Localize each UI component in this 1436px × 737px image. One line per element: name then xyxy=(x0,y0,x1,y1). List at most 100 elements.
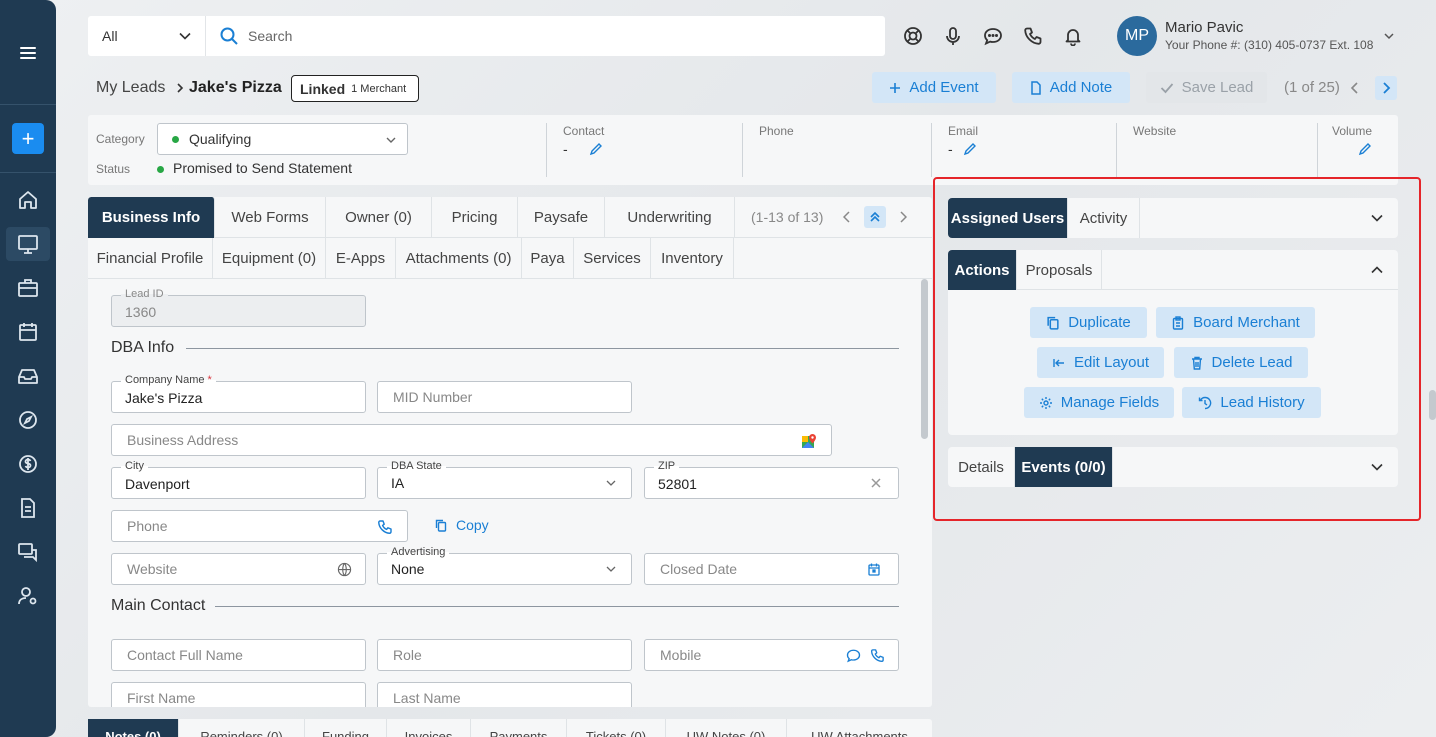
chevron-down-icon[interactable] xyxy=(178,29,192,43)
tab-services[interactable]: Services xyxy=(574,238,651,279)
tab-attachments[interactable]: Attachments (0) xyxy=(396,238,522,279)
advertising-select[interactable]: Advertising None xyxy=(377,546,632,585)
business-address-field[interactable]: Business Address xyxy=(111,424,832,456)
dba-state-select[interactable]: DBA State IA xyxy=(377,460,632,499)
tab-owner[interactable]: Owner (0) xyxy=(326,197,432,238)
city-field[interactable]: City Davenport xyxy=(111,460,366,499)
phone-icon[interactable] xyxy=(377,519,393,535)
calendar-icon[interactable] xyxy=(16,320,40,344)
edit-contact-icon[interactable] xyxy=(589,142,603,156)
phone-label: Phone xyxy=(759,124,794,138)
sms-icon[interactable] xyxy=(846,648,862,664)
role-field[interactable]: Role xyxy=(377,639,632,671)
mid-number-field[interactable]: MID Number xyxy=(377,381,632,413)
microphone-icon[interactable] xyxy=(943,26,963,46)
tab-uw-attachments[interactable]: UW Attachments xyxy=(787,719,932,737)
chevron-down-icon[interactable] xyxy=(1370,460,1384,474)
tab-pricing[interactable]: Pricing xyxy=(432,197,518,238)
tab-e-apps[interactable]: E-Apps xyxy=(326,238,396,279)
tab-underwriting[interactable]: Underwriting xyxy=(605,197,735,238)
tab-details[interactable]: Details xyxy=(948,447,1015,487)
add-event-button[interactable]: Add Event xyxy=(872,72,996,103)
contact-full-name-field[interactable]: Contact Full Name xyxy=(111,639,366,671)
copy-button[interactable]: Copy xyxy=(435,517,489,533)
category-select[interactable]: Qualifying xyxy=(157,123,408,155)
tabs-next-button[interactable] xyxy=(892,206,914,228)
save-lead-button[interactable]: Save Lead xyxy=(1146,72,1267,103)
linked-badge[interactable]: Linked 1 Merchant xyxy=(291,75,419,102)
breadcrumb-my-leads[interactable]: My Leads xyxy=(96,79,165,97)
tab-business-info[interactable]: Business Info xyxy=(88,197,215,238)
calendar-icon[interactable] xyxy=(868,563,884,579)
tabs-prev-button[interactable] xyxy=(836,206,858,228)
search-input[interactable] xyxy=(248,25,848,47)
delete-lead-button[interactable]: Delete Lead xyxy=(1174,347,1308,378)
phone-icon[interactable] xyxy=(1023,26,1043,46)
tab-activity[interactable]: Activity xyxy=(1068,198,1140,238)
home-icon[interactable] xyxy=(16,188,40,212)
phone-field[interactable]: Phone xyxy=(111,510,408,542)
tab-funding[interactable]: Funding xyxy=(305,719,387,737)
tab-assigned-users[interactable]: Assigned Users xyxy=(948,198,1068,238)
dollar-icon[interactable] xyxy=(16,452,40,476)
search-scope-select[interactable]: All xyxy=(102,28,118,44)
zip-field[interactable]: ZIP 52801 xyxy=(644,460,899,499)
map-pin-icon[interactable] xyxy=(801,433,817,449)
tab-uw-notes[interactable]: UW Notes (0) xyxy=(666,719,787,737)
delete-lead-label: Delete Lead xyxy=(1211,354,1293,371)
tab-payments[interactable]: Payments xyxy=(471,719,567,737)
tab-tickets[interactable]: Tickets (0) xyxy=(567,719,666,737)
monitor-icon[interactable] xyxy=(16,232,40,256)
previous-lead-button[interactable] xyxy=(1344,76,1366,100)
tab-equipment[interactable]: Equipment (0) xyxy=(213,238,326,279)
chevron-down-icon[interactable] xyxy=(1383,30,1395,42)
phone-icon[interactable] xyxy=(870,648,886,664)
menu-icon[interactable] xyxy=(16,41,40,65)
clear-icon[interactable] xyxy=(870,477,886,493)
next-lead-button[interactable] xyxy=(1375,76,1397,100)
user-name[interactable]: Mario Pavic xyxy=(1165,19,1243,36)
first-name-field[interactable]: First Name xyxy=(111,682,366,707)
form-scrollbar[interactable] xyxy=(921,279,928,439)
edit-volume-icon[interactable] xyxy=(1358,142,1372,156)
website-field[interactable]: Website xyxy=(111,553,366,585)
bell-icon[interactable] xyxy=(1063,26,1083,46)
create-button[interactable]: + xyxy=(12,123,44,154)
tab-inventory[interactable]: Inventory xyxy=(651,238,734,279)
tabs-collapse-button[interactable] xyxy=(864,206,886,228)
tab-invoices[interactable]: Invoices xyxy=(387,719,471,737)
avatar[interactable]: MP xyxy=(1117,16,1157,56)
edit-layout-button[interactable]: Edit Layout xyxy=(1037,347,1164,378)
document-icon[interactable] xyxy=(16,496,40,520)
tab-reminders[interactable]: Reminders (0) xyxy=(179,719,305,737)
mobile-field[interactable]: Mobile xyxy=(644,639,899,671)
edit-email-icon[interactable] xyxy=(963,142,977,156)
chat-icon[interactable] xyxy=(16,540,40,564)
chevron-up-icon[interactable] xyxy=(1370,263,1384,277)
city-label: City xyxy=(121,460,148,472)
inbox-icon[interactable] xyxy=(16,364,40,388)
briefcase-icon[interactable] xyxy=(16,276,40,300)
tab-web-forms[interactable]: Web Forms xyxy=(215,197,326,238)
closed-date-field[interactable]: Closed Date xyxy=(644,553,899,585)
tab-paysafe[interactable]: Paysafe xyxy=(518,197,605,238)
tab-paya[interactable]: Paya xyxy=(522,238,574,279)
tab-financial-profile[interactable]: Financial Profile xyxy=(88,238,213,279)
page-scrollbar[interactable] xyxy=(1429,390,1436,420)
tab-proposals[interactable]: Proposals xyxy=(1017,250,1102,290)
tab-actions[interactable]: Actions xyxy=(948,250,1017,290)
lead-history-button[interactable]: Lead History xyxy=(1182,387,1321,418)
company-name-field[interactable]: Company Name * Jake's Pizza xyxy=(111,374,366,413)
add-note-button[interactable]: Add Note xyxy=(1012,72,1130,103)
message-icon[interactable] xyxy=(983,26,1003,46)
chevron-down-icon[interactable] xyxy=(1370,211,1384,225)
user-settings-icon[interactable] xyxy=(16,584,40,608)
tab-notes[interactable]: Notes (0) xyxy=(88,719,179,737)
duplicate-button[interactable]: Duplicate xyxy=(1030,307,1147,338)
tab-events[interactable]: Events (0/0) xyxy=(1015,447,1113,487)
manage-fields-button[interactable]: Manage Fields xyxy=(1024,387,1174,418)
compass-icon[interactable] xyxy=(16,408,40,432)
support-icon[interactable] xyxy=(903,26,923,46)
board-merchant-button[interactable]: Board Merchant xyxy=(1156,307,1315,338)
last-name-field[interactable]: Last Name xyxy=(377,682,632,707)
